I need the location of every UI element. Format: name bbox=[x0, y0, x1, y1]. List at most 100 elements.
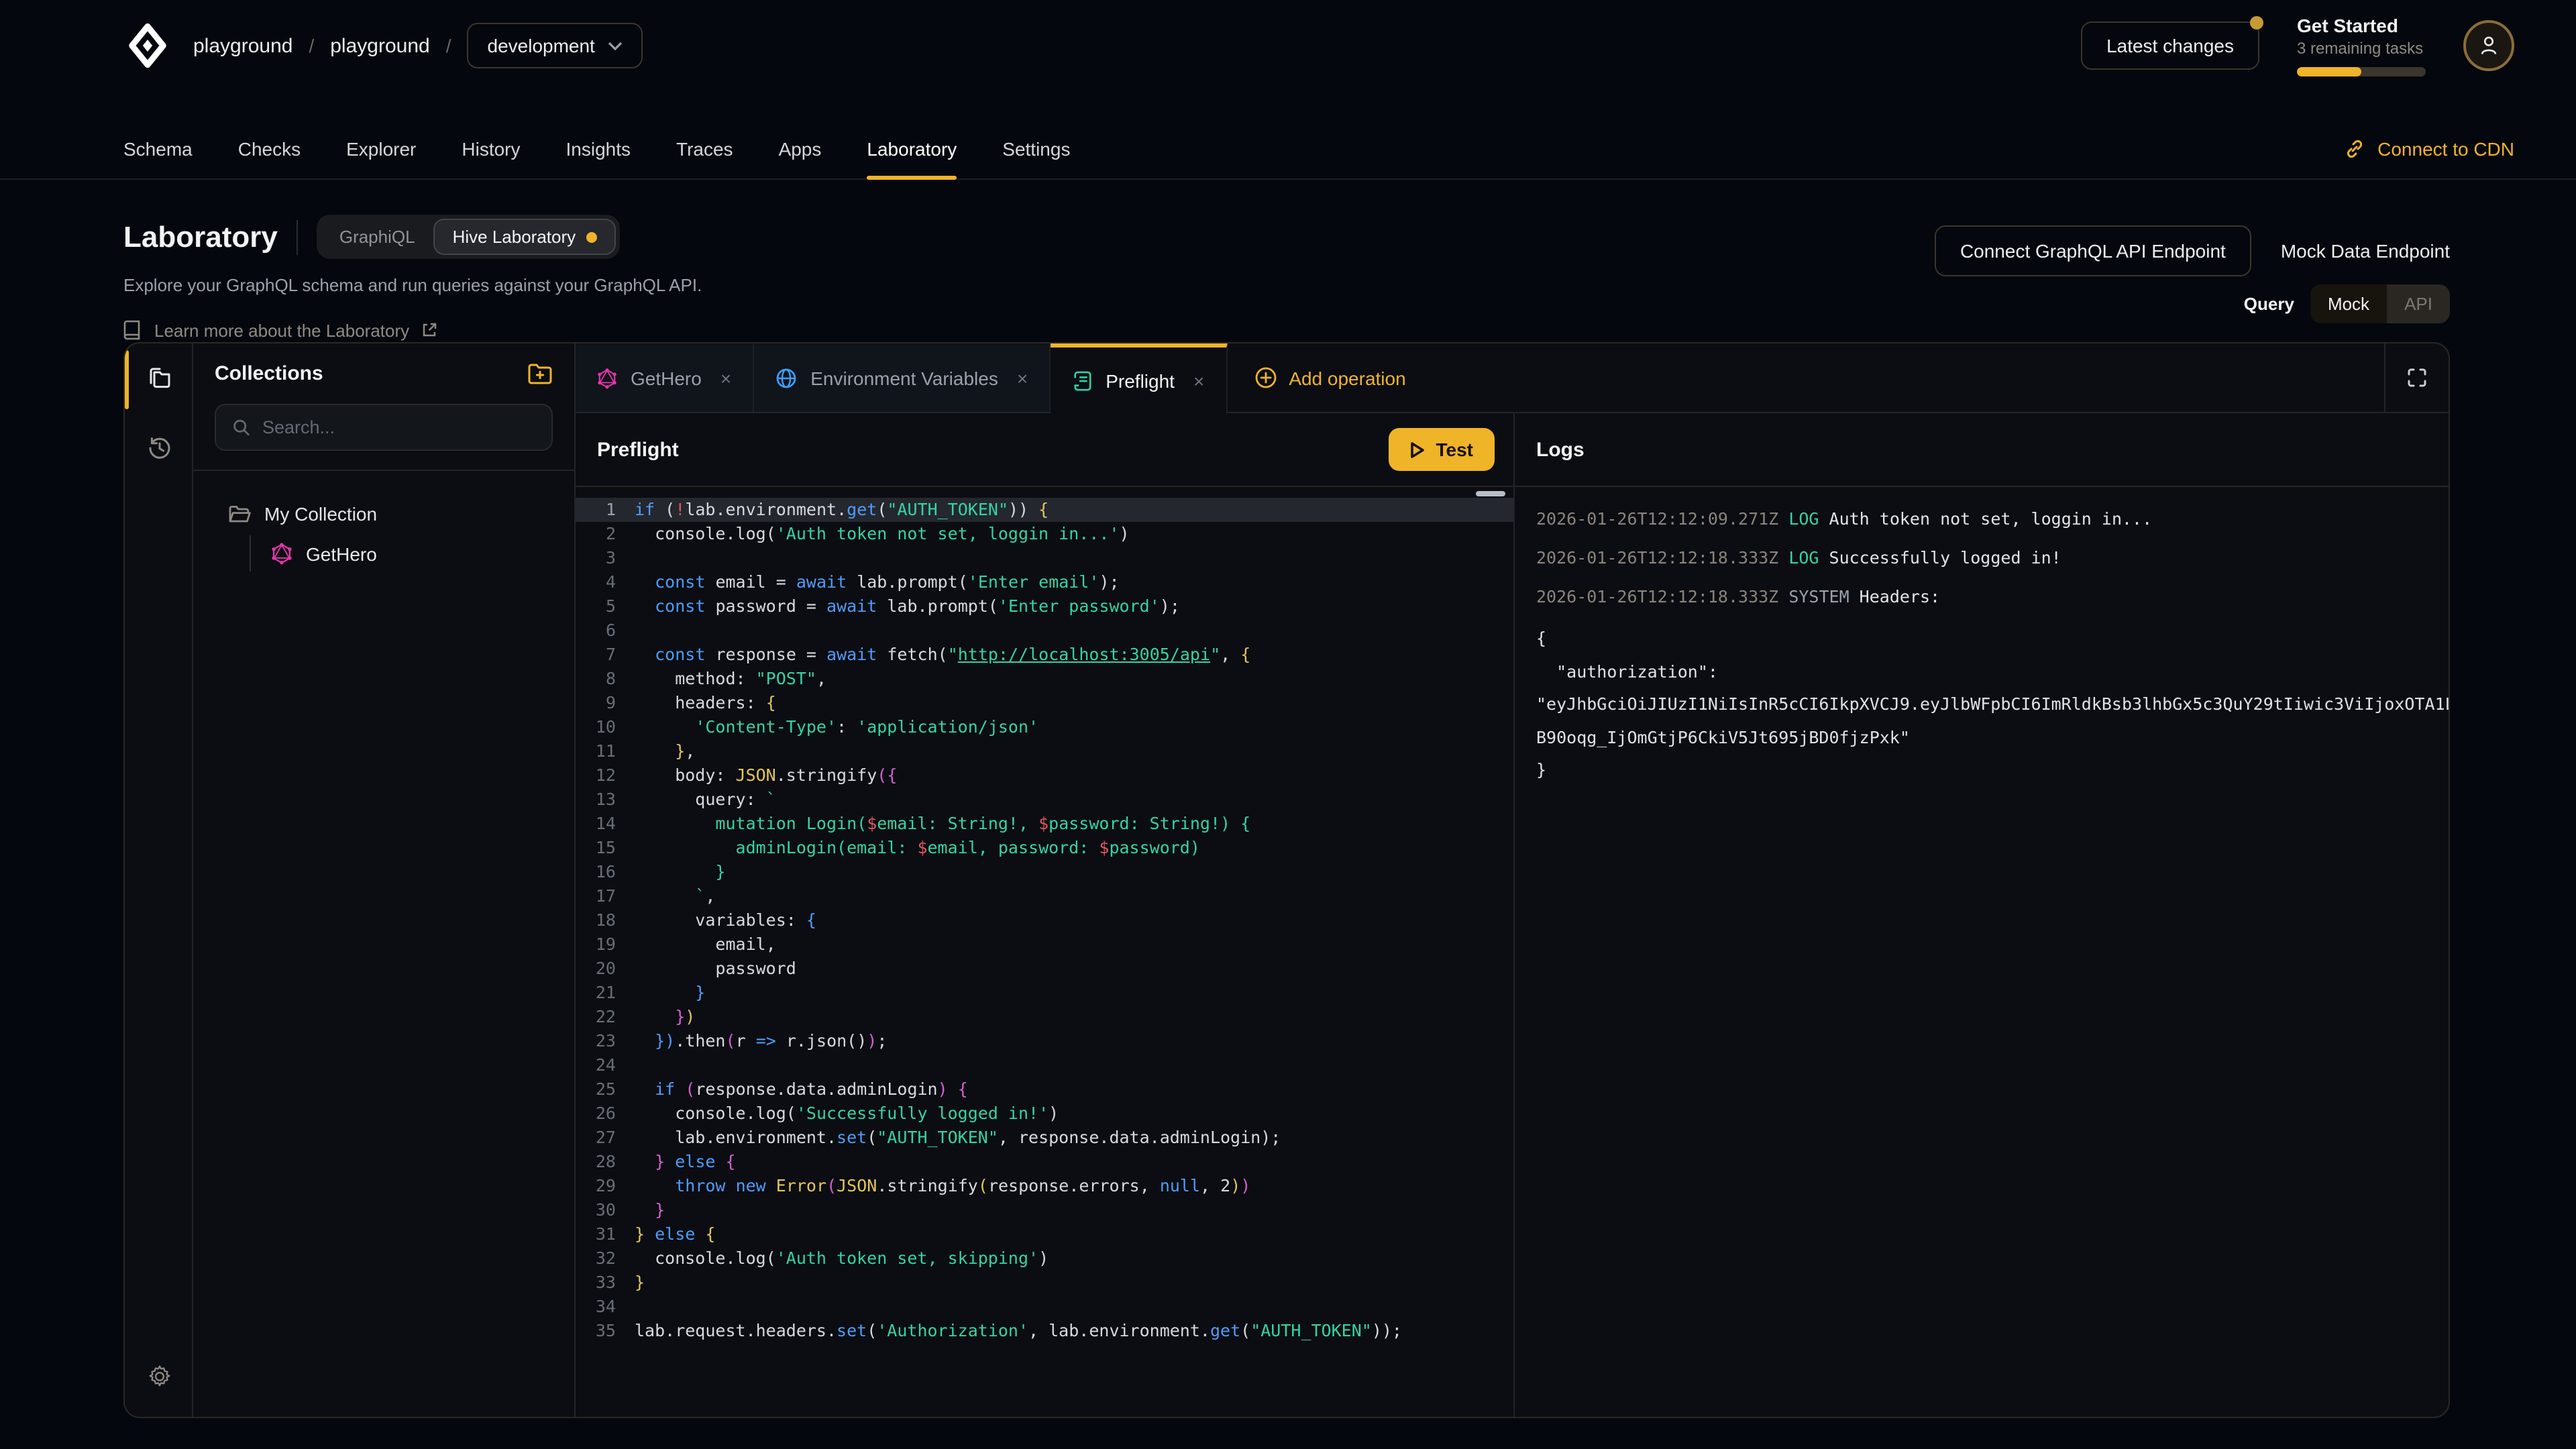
test-button[interactable]: Test bbox=[1389, 428, 1495, 471]
connect-to-cdn-label: Connect to CDN bbox=[2377, 138, 2514, 159]
line-number: 15 bbox=[576, 836, 635, 860]
close-icon[interactable]: × bbox=[1193, 370, 1204, 391]
code-line[interactable]: 4 const email = await lab.prompt('Enter … bbox=[576, 570, 1513, 594]
code-line[interactable]: 2 console.log('Auth token not set, loggi… bbox=[576, 522, 1513, 546]
code-line[interactable]: 3 bbox=[576, 546, 1513, 570]
nav-item-history[interactable]: History bbox=[462, 119, 520, 178]
code-line[interactable]: 11 }, bbox=[576, 739, 1513, 763]
code-line[interactable]: 14 mutation Login($email: String!, $pass… bbox=[576, 812, 1513, 836]
code-line[interactable]: 30 } bbox=[576, 1198, 1513, 1222]
query-mode-row: Query Mock API bbox=[2244, 284, 2450, 323]
code-line[interactable]: 21 } bbox=[576, 981, 1513, 1005]
code-editor[interactable]: 1if (!lab.environment.get("AUTH_TOKEN"))… bbox=[576, 487, 1513, 1417]
latest-changes-button[interactable]: Latest changes bbox=[2081, 21, 2259, 70]
add-collection-icon[interactable] bbox=[527, 362, 553, 385]
close-icon[interactable]: × bbox=[1017, 367, 1028, 388]
hive-logo-icon[interactable] bbox=[123, 21, 172, 70]
nav-item-insights[interactable]: Insights bbox=[566, 119, 631, 178]
tab-preflight[interactable]: Preflight × bbox=[1051, 343, 1227, 413]
line-number: 22 bbox=[576, 1005, 635, 1029]
view-toggle-graphiql[interactable]: GraphiQL bbox=[321, 219, 434, 255]
code-line[interactable]: 35lab.request.headers.set('Authorization… bbox=[576, 1319, 1513, 1343]
line-content: const response = await fetch("http://loc… bbox=[635, 643, 1250, 667]
log-entries[interactable]: 2026-01-26T12:12:09.271Z LOG Auth token … bbox=[1515, 487, 2449, 1417]
line-content: headers: { bbox=[635, 691, 776, 715]
yellow-dot-icon bbox=[586, 231, 597, 242]
collections-search[interactable] bbox=[215, 404, 553, 451]
nav-item-settings[interactable]: Settings bbox=[1002, 119, 1070, 178]
tab-environment-variables[interactable]: Environment Variables × bbox=[754, 343, 1051, 412]
collections-tree: My Collection GetHero bbox=[193, 471, 574, 574]
code-line[interactable]: 1if (!lab.environment.get("AUTH_TOKEN"))… bbox=[576, 498, 1513, 522]
code-line[interactable]: 15 adminLogin(email: $email, password: $… bbox=[576, 836, 1513, 860]
settings-rail-button[interactable] bbox=[125, 1350, 193, 1403]
code-line[interactable]: 19 email, bbox=[576, 932, 1513, 957]
line-number: 2 bbox=[576, 522, 635, 546]
view-toggle-hive-laboratory[interactable]: Hive Laboratory bbox=[434, 219, 616, 255]
line-content: const email = await lab.prompt('Enter em… bbox=[635, 570, 1120, 594]
collections-search-input[interactable] bbox=[262, 417, 535, 437]
page-title: Laboratory bbox=[123, 219, 278, 254]
code-line[interactable]: 16 } bbox=[576, 860, 1513, 884]
nav-item-checks[interactable]: Checks bbox=[238, 119, 301, 178]
search-icon bbox=[232, 417, 250, 437]
code-line[interactable]: 33} bbox=[576, 1271, 1513, 1295]
collections-rail-button[interactable] bbox=[125, 343, 193, 413]
line-number: 31 bbox=[576, 1222, 635, 1246]
line-number: 35 bbox=[576, 1319, 635, 1343]
line-content: mutation Login($email: String!, $passwor… bbox=[635, 812, 1250, 836]
code-line[interactable]: 29 throw new Error(JSON.stringify(respon… bbox=[576, 1174, 1513, 1198]
code-line[interactable]: 6 bbox=[576, 619, 1513, 643]
code-line[interactable]: 5 const password = await lab.prompt('Ent… bbox=[576, 594, 1513, 619]
code-line[interactable]: 7 const response = await fetch("http://l… bbox=[576, 643, 1513, 667]
nav-item-traces[interactable]: Traces bbox=[676, 119, 733, 178]
mock-data-endpoint-button[interactable]: Mock Data Endpoint bbox=[2281, 240, 2450, 262]
play-icon bbox=[1411, 441, 1426, 458]
breadcrumb-org[interactable]: playground bbox=[193, 34, 292, 57]
collections-title: Collections bbox=[215, 362, 323, 385]
line-number: 12 bbox=[576, 763, 635, 788]
code-line[interactable]: 28 } else { bbox=[576, 1150, 1513, 1174]
code-line[interactable]: 18 variables: { bbox=[576, 908, 1513, 932]
collection-folder-my-collection[interactable]: My Collection bbox=[193, 495, 574, 533]
scrollbar-thumb[interactable] bbox=[1476, 491, 1505, 496]
code-lines: 1if (!lab.environment.get("AUTH_TOKEN"))… bbox=[576, 498, 1513, 1343]
code-line[interactable]: 25 if (response.data.adminLogin) { bbox=[576, 1077, 1513, 1102]
close-icon[interactable]: × bbox=[720, 367, 731, 388]
breadcrumb-project[interactable]: playground bbox=[330, 34, 429, 57]
environment-selector[interactable]: development bbox=[468, 23, 643, 68]
nav-item-apps[interactable]: Apps bbox=[779, 119, 822, 178]
code-line[interactable]: 20 password bbox=[576, 957, 1513, 981]
user-avatar[interactable] bbox=[2463, 20, 2514, 71]
history-rail-button[interactable] bbox=[125, 413, 193, 483]
code-line[interactable]: 17 `, bbox=[576, 884, 1513, 908]
line-content: } bbox=[635, 1271, 645, 1295]
query-mode-mock[interactable]: Mock bbox=[2310, 284, 2387, 323]
code-line[interactable]: 9 headers: { bbox=[576, 691, 1513, 715]
tab-gethero[interactable]: GetHero × bbox=[576, 343, 754, 412]
code-line[interactable]: 12 body: JSON.stringify({ bbox=[576, 763, 1513, 788]
code-line[interactable]: 8 method: "POST", bbox=[576, 667, 1513, 691]
fullscreen-button[interactable] bbox=[2384, 343, 2449, 412]
code-line[interactable]: 23 }).then(r => r.json()); bbox=[576, 1029, 1513, 1053]
line-content: if (!lab.environment.get("AUTH_TOKEN")) … bbox=[635, 498, 1049, 522]
code-line[interactable]: 32 console.log('Auth token set, skipping… bbox=[576, 1246, 1513, 1271]
learn-more-link[interactable]: Learn more about the Laboratory bbox=[123, 319, 702, 341]
code-line[interactable]: 26 console.log('Successfully logged in!'… bbox=[576, 1102, 1513, 1126]
code-line[interactable]: 22 }) bbox=[576, 1005, 1513, 1029]
code-line[interactable]: 13 query: ` bbox=[576, 788, 1513, 812]
code-line[interactable]: 31} else { bbox=[576, 1222, 1513, 1246]
connect-graphql-api-endpoint-button[interactable]: Connect GraphQL API Endpoint bbox=[1935, 225, 2251, 276]
code-line[interactable]: 10 'Content-Type': 'application/json' bbox=[576, 715, 1513, 739]
code-line[interactable]: 34 bbox=[576, 1295, 1513, 1319]
nav-item-explorer[interactable]: Explorer bbox=[346, 119, 416, 178]
code-line[interactable]: 24 bbox=[576, 1053, 1513, 1077]
add-operation-button[interactable]: Add operation bbox=[1227, 343, 1432, 412]
nav-item-laboratory[interactable]: Laboratory bbox=[867, 119, 957, 178]
connect-to-cdn-link[interactable]: Connect to CDN bbox=[2344, 138, 2514, 159]
nav-item-schema[interactable]: Schema bbox=[123, 119, 193, 178]
query-mode-api[interactable]: API bbox=[2387, 284, 2450, 323]
code-line[interactable]: 27 lab.environment.set("AUTH_TOKEN", res… bbox=[576, 1126, 1513, 1150]
get-started-widget[interactable]: Get Started 3 remaining tasks bbox=[2297, 15, 2426, 76]
line-number: 17 bbox=[576, 884, 635, 908]
